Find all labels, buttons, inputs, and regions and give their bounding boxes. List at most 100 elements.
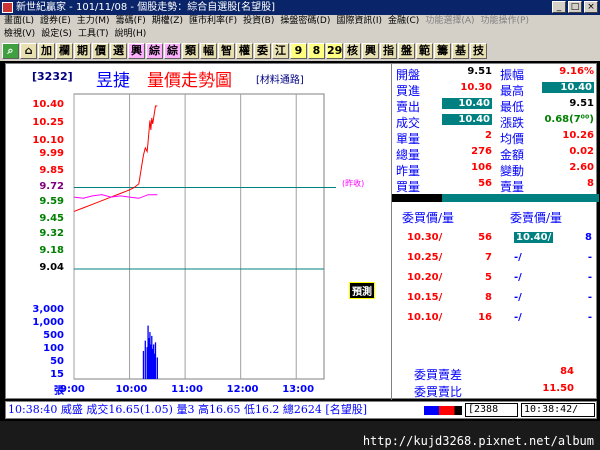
toolbar: ⌕ ⌂ 加欄期價選興綜綜類幅智權委江 9 8 29 核興指盤範籌基技 xyxy=(0,41,600,61)
ask-price: -/ xyxy=(514,252,522,263)
home-icon[interactable]: ⌂ xyxy=(20,43,37,59)
toolbar-button[interactable]: 興 xyxy=(128,43,145,59)
toolbar-button[interactable]: 興 xyxy=(362,43,379,59)
quote-value: 2 xyxy=(485,130,492,141)
price-tick-label: 10.25 xyxy=(32,116,64,128)
quote-value: 0.02 xyxy=(569,146,594,157)
ask-qty: - xyxy=(587,292,592,303)
quote-label: 成交 xyxy=(396,116,421,130)
price-tick-label: 9.04 xyxy=(39,262,64,273)
toolbar-button[interactable]: 29 xyxy=(326,43,343,59)
toolbar-button[interactable]: 期 xyxy=(74,43,91,59)
quote-label: 變動 xyxy=(500,164,525,178)
toolbar-button[interactable]: 盤 xyxy=(398,43,415,59)
menu-item[interactable]: 檢視(V) xyxy=(4,28,35,41)
menu-bar: 畫面(L) 證券(E) 主力(M) 籌碼(F) 期權(Z) 匯市利率(F) 投資(B) 操盤密… xyxy=(0,15,600,41)
quote-label: 單量 xyxy=(396,132,421,146)
bid-ask-ratio-label: 委買賣比 xyxy=(414,385,463,399)
search-icon[interactable]: ⌕ xyxy=(2,43,19,59)
quote-label: 總量 xyxy=(396,148,421,162)
menu-item[interactable]: 金融(C) xyxy=(388,15,419,28)
maximize-button[interactable]: □ xyxy=(568,1,582,13)
menu-item[interactable]: 功能選擇(A) xyxy=(425,15,474,28)
forecast-button[interactable]: 預測 xyxy=(349,282,375,299)
quote-value: 2.60 xyxy=(569,162,594,173)
price-tick-label: 9.72 xyxy=(39,180,64,192)
bid-ask-bar xyxy=(392,194,599,202)
bid-price: 10.20/ xyxy=(407,272,443,283)
quote-row: 總量 276 金額 0.02 xyxy=(392,146,599,162)
ask-qty: - xyxy=(587,272,592,283)
stock-name[interactable]: 昱捷 xyxy=(96,66,130,91)
bid-ask-diff-label: 委買賣差 xyxy=(414,368,463,382)
menu-item[interactable]: 證券(E) xyxy=(40,15,71,28)
menu-item[interactable]: 國際資訊(I) xyxy=(336,15,382,28)
time-tick-label: 13:00 xyxy=(282,384,315,395)
menu-item[interactable]: 畫面(L) xyxy=(4,15,34,28)
toolbar-button[interactable]: 籌 xyxy=(434,43,451,59)
menu-item[interactable]: 說明(H) xyxy=(114,28,146,41)
bid-qty: 56 xyxy=(478,232,492,243)
menu-item[interactable]: 匯市利率(F) xyxy=(189,15,237,28)
toolbar-button[interactable]: 江 xyxy=(272,43,289,59)
toolbar-button[interactable]: 價 xyxy=(92,43,109,59)
toolbar-button[interactable]: 加 xyxy=(38,43,55,59)
toolbar-button[interactable]: 類 xyxy=(182,43,199,59)
menu-item[interactable]: 籌碼(F) xyxy=(116,15,146,28)
ticker-status-bar: 10:38:40 威盛 成交16.65(1.05) 量3 高16.65 低16.… xyxy=(5,401,597,419)
reference-tag: (昨收) xyxy=(342,179,365,188)
toolbar-button[interactable]: 智 xyxy=(218,43,235,59)
quote-label: 漲跌 xyxy=(500,116,525,130)
chart-subtitle: [材料通路] xyxy=(256,75,304,86)
time-tick-label: 9:00 xyxy=(60,384,85,395)
toolbar-button[interactable]: 欄 xyxy=(56,43,73,59)
ask-qty: 8 xyxy=(585,232,592,243)
quote-value: 9.51 xyxy=(467,66,492,77)
time-tick-label: 12:00 xyxy=(226,384,259,395)
toolbar-button[interactable]: 指 xyxy=(380,43,397,59)
bid-ask-ratio-value: 11.50 xyxy=(542,383,574,394)
menu-item[interactable]: 操盤密碼(D) xyxy=(280,15,330,28)
toolbar-button[interactable]: 委 xyxy=(254,43,271,59)
volume-tick-label: 500 xyxy=(43,330,64,341)
toolbar-button[interactable]: 基 xyxy=(452,43,469,59)
bid-ask-diff-row: 委買賣差 84 xyxy=(392,366,599,382)
menu-item[interactable]: 設定(S) xyxy=(41,28,72,41)
bid-ask-diff-value: 84 xyxy=(560,366,574,377)
ask-qty: - xyxy=(587,252,592,263)
quote-label: 買量 xyxy=(396,180,421,194)
toolbar-button[interactable]: 選 xyxy=(110,43,127,59)
toolbar-button[interactable]: 權 xyxy=(236,43,253,59)
menu-item[interactable]: 主力(M) xyxy=(77,15,110,28)
ask-header: 委賣價/量 xyxy=(510,211,563,225)
quote-value: 106 xyxy=(471,162,492,173)
quote-label: 最低 xyxy=(500,100,525,114)
quote-value: 10.26 xyxy=(562,130,594,141)
volume-tick-label: 1,000 xyxy=(32,317,64,328)
time-tick-label: 11:00 xyxy=(171,384,203,395)
ask-price: -/ xyxy=(514,292,522,303)
toolbar-button[interactable]: 8 xyxy=(308,43,325,59)
close-button[interactable]: × xyxy=(584,1,598,13)
menu-item[interactable]: 功能操作(P) xyxy=(481,15,529,28)
menu-item[interactable]: 工具(T) xyxy=(78,28,109,41)
toolbar-button[interactable]: 綜 xyxy=(164,43,181,59)
toolbar-button[interactable]: 核 xyxy=(344,43,361,59)
toolbar-button[interactable]: 技 xyxy=(470,43,487,59)
price-tick-label: 9.18 xyxy=(39,245,64,257)
order-row: 10.25/7 -/ - xyxy=(392,252,599,270)
toolbar-button[interactable]: 幅 xyxy=(200,43,217,59)
title-bar: 新世紀贏家 - 101/11/08 - 個股走勢：綜合自選股[名望股] _ □ … xyxy=(0,0,600,15)
toolbar-button[interactable]: 9 xyxy=(290,43,307,59)
minimize-button[interactable]: _ xyxy=(552,1,566,13)
bid-ask-ratio-row: 委買賣比 11.50 xyxy=(392,383,599,399)
quote-value: 10.30 xyxy=(460,82,492,93)
time-tick-label: 10:00 xyxy=(115,384,148,395)
taskbar: http://kujd3268.pixnet.net/album xyxy=(0,421,600,450)
toolbar-button[interactable]: 範 xyxy=(416,43,433,59)
menu-item[interactable]: 投資(B) xyxy=(243,15,274,28)
price-tick-label: 9.32 xyxy=(39,228,64,240)
quote-label: 賣出 xyxy=(396,100,421,114)
menu-item[interactable]: 期權(Z) xyxy=(152,15,183,28)
toolbar-button[interactable]: 綜 xyxy=(146,43,163,59)
